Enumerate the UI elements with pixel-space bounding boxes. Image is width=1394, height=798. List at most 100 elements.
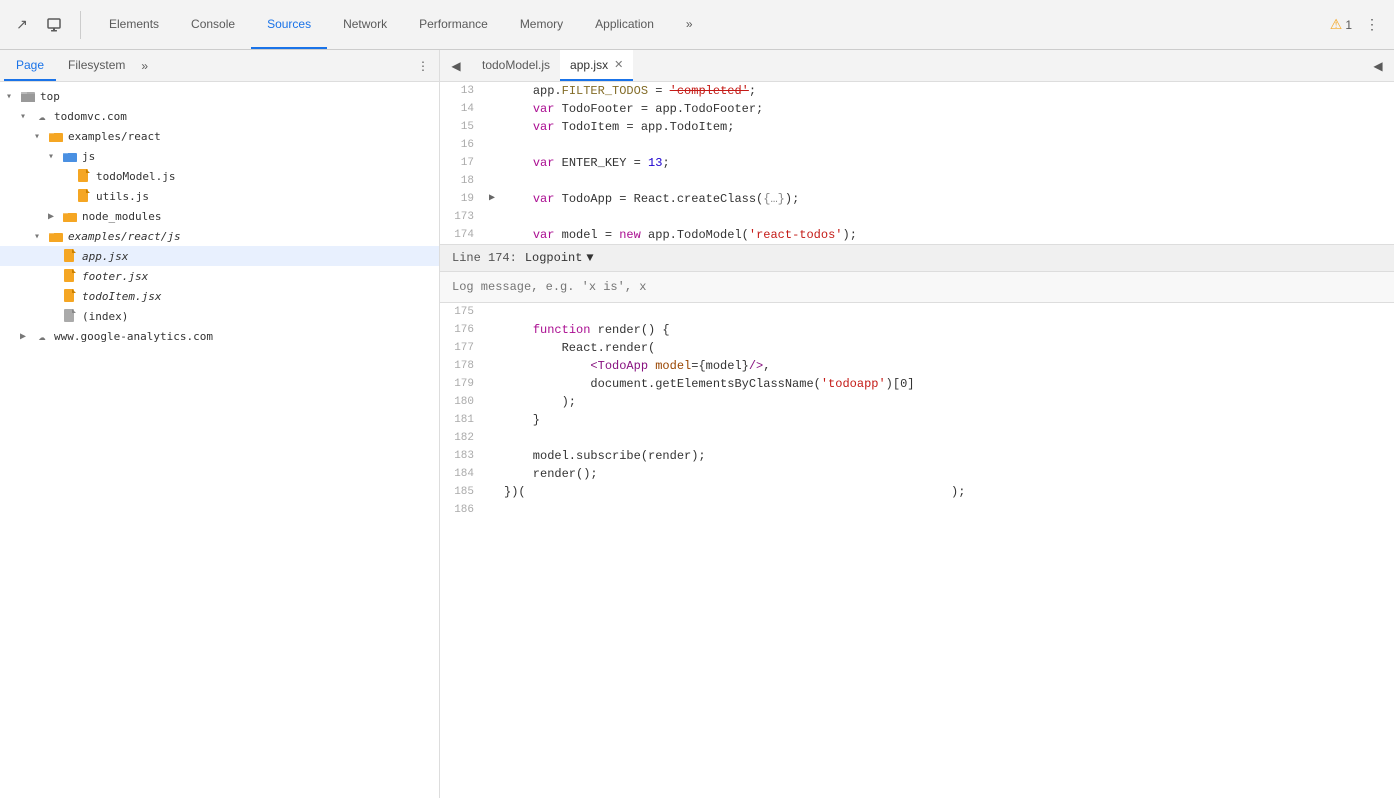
tree-arrow-expanded2: ▾: [34, 231, 48, 242]
tree-arrow: ▾: [48, 151, 62, 162]
logpoint-overlay: Line 174: Logpoint ▼: [440, 244, 1394, 303]
editor-tab-todomodel[interactable]: todoModel.js: [472, 50, 560, 81]
logpoint-input-row: [440, 272, 1394, 302]
top-bar: ↗ Elements Console Sources Network Perfo…: [0, 0, 1394, 50]
code-line-184: 184 render();: [440, 465, 1394, 483]
tab-network[interactable]: Network: [327, 0, 403, 49]
code-line-175: 175: [440, 303, 1394, 321]
code-editor[interactable]: 13 app.FILTER_TODOS = 'completed'; 14 va…: [440, 82, 1394, 798]
main-layout: Page Filesystem » ⋮ ▾ top ▾ ☁: [0, 50, 1394, 798]
code-line-181: 181 }: [440, 411, 1394, 429]
tree-arrow: ▾: [6, 91, 20, 102]
tree-item-todoitemjsx[interactable]: todoItem.jsx: [0, 286, 439, 306]
editor-tabs: ◀ todoModel.js app.jsx ✕ ◀: [440, 50, 1394, 82]
more-menu-icon[interactable]: ⋮: [1358, 11, 1386, 39]
code-line-183: 183 model.subscribe(render);: [440, 447, 1394, 465]
warning-icon: ⚠: [1330, 16, 1343, 33]
file-icon-yellow2: [76, 188, 92, 204]
sidebar-tab-filesystem[interactable]: Filesystem: [56, 50, 137, 81]
tab-close-icon[interactable]: ✕: [614, 58, 623, 71]
top-bar-right: ⚠ 1 ⋮: [1330, 11, 1386, 39]
tree-label-examples-react-js: examples/react/js: [68, 230, 181, 243]
tree-item-footerjsx[interactable]: footer.jsx: [0, 266, 439, 286]
inspect-icon[interactable]: [40, 11, 68, 39]
tree-arrow: ▾: [20, 111, 34, 122]
tree-arrow-collapsed2: ▶: [20, 331, 34, 342]
folder-icon-yellow3: [62, 208, 78, 224]
tree-item-index[interactable]: (index): [0, 306, 439, 326]
tree-label-js: js: [82, 150, 95, 163]
code-line-180: 180 );: [440, 393, 1394, 411]
code-line-18: 18: [440, 172, 1394, 190]
cloud-icon: ☁: [34, 108, 50, 124]
code-line-13: 13 app.FILTER_TODOS = 'completed';: [440, 82, 1394, 100]
tree-label-index: (index): [82, 310, 128, 323]
code-line-179: 179 document.getElementsByClassName('tod…: [440, 375, 1394, 393]
tree-label-footerjsx: footer.jsx: [82, 270, 148, 283]
logpoint-input[interactable]: [452, 278, 1382, 296]
devtools-icons: ↗: [8, 11, 81, 39]
tab-console[interactable]: Console: [175, 0, 251, 49]
file-icon-yellow5: [62, 248, 78, 264]
tree-item-todomvc[interactable]: ▾ ☁ todomvc.com: [0, 106, 439, 126]
tree-label-todomodel: todoModel.js: [96, 170, 175, 183]
sidebar-tree: ▾ top ▾ ☁ todomvc.com ▾ examples/react: [0, 82, 439, 798]
file-icon-yellow7: [62, 288, 78, 304]
tab-application[interactable]: Application: [579, 0, 670, 49]
folder-icon-yellow: [48, 128, 64, 144]
code-line-176: 176 function render() {: [440, 321, 1394, 339]
editor-tab-collapse[interactable]: ◀: [1366, 54, 1390, 78]
sidebar-tab-page[interactable]: Page: [4, 50, 56, 81]
tab-more[interactable]: »: [670, 0, 709, 49]
tree-label-appjsx: app.jsx: [82, 250, 128, 263]
tree-item-utils[interactable]: utils.js: [0, 186, 439, 206]
warning-badge[interactable]: ⚠ 1: [1330, 16, 1352, 33]
tab-memory[interactable]: Memory: [504, 0, 579, 49]
sidebar-tabs: Page Filesystem » ⋮: [0, 50, 439, 82]
tree-label-google-analytics: www.google-analytics.com: [54, 330, 213, 343]
sidebar-action-btn[interactable]: ⋮: [411, 54, 435, 78]
editor-tab-back[interactable]: ◀: [444, 54, 468, 78]
tree-label-top: top: [40, 90, 60, 103]
top-tabs: Elements Console Sources Network Perform…: [93, 0, 1330, 49]
sidebar-tab-more[interactable]: »: [141, 59, 148, 73]
sidebar-tab-actions: ⋮: [411, 54, 435, 78]
code-line-177: 177 React.render(: [440, 339, 1394, 357]
sidebar: Page Filesystem » ⋮ ▾ top ▾ ☁: [0, 50, 440, 798]
tree-label-node-modules: node_modules: [82, 210, 161, 223]
logpoint-line-label: Line 174:: [452, 249, 517, 267]
cursor-icon[interactable]: ↗: [8, 11, 36, 39]
code-line-186: 186: [440, 501, 1394, 519]
code-line-182: 182: [440, 429, 1394, 447]
logpoint-header: Line 174: Logpoint ▼: [440, 245, 1394, 272]
tree-item-appjsx[interactable]: app.jsx: [0, 246, 439, 266]
tree-item-google-analytics[interactable]: ▶ ☁ www.google-analytics.com: [0, 326, 439, 346]
code-line-16: 16: [440, 136, 1394, 154]
code-line-19: 19 ▶ var TodoApp = React.createClass({…}…: [440, 190, 1394, 208]
tree-label-utils: utils.js: [96, 190, 149, 203]
code-line-14: 14 var TodoFooter = app.TodoFooter;: [440, 100, 1394, 118]
tab-elements[interactable]: Elements: [93, 0, 175, 49]
file-icon-grey: [62, 308, 78, 324]
tree-item-todomodel[interactable]: todoModel.js: [0, 166, 439, 186]
code-line-178: 178 <TodoApp model={model}/>,: [440, 357, 1394, 375]
code-line-15: 15 var TodoItem = app.TodoItem;: [440, 118, 1394, 136]
file-icon-yellow6: [62, 268, 78, 284]
tree-item-examples-react-js[interactable]: ▾ examples/react/js: [0, 226, 439, 246]
tree-label-todomvc: todomvc.com: [54, 110, 127, 123]
tree-item-js[interactable]: ▾ js: [0, 146, 439, 166]
tree-arrow-collapsed: ▶: [48, 211, 62, 222]
logpoint-type: Logpoint ▼: [525, 249, 594, 267]
code-line-17: 17 var ENTER_KEY = 13;: [440, 154, 1394, 172]
cloud-icon2: ☁: [34, 328, 50, 344]
tree-item-node-modules[interactable]: ▶ node_modules: [0, 206, 439, 226]
tree-item-examples-react[interactable]: ▾ examples/react: [0, 126, 439, 146]
logpoint-dropdown-arrow[interactable]: ▼: [586, 249, 593, 267]
tab-performance[interactable]: Performance: [403, 0, 504, 49]
tab-sources[interactable]: Sources: [251, 0, 327, 49]
tree-item-top[interactable]: ▾ top: [0, 86, 439, 106]
folder-icon-yellow4: [48, 228, 64, 244]
tree-label-examples-react: examples/react: [68, 130, 161, 143]
editor-tab-appjsx[interactable]: app.jsx ✕: [560, 50, 633, 81]
folder-icon-blue: [62, 148, 78, 164]
